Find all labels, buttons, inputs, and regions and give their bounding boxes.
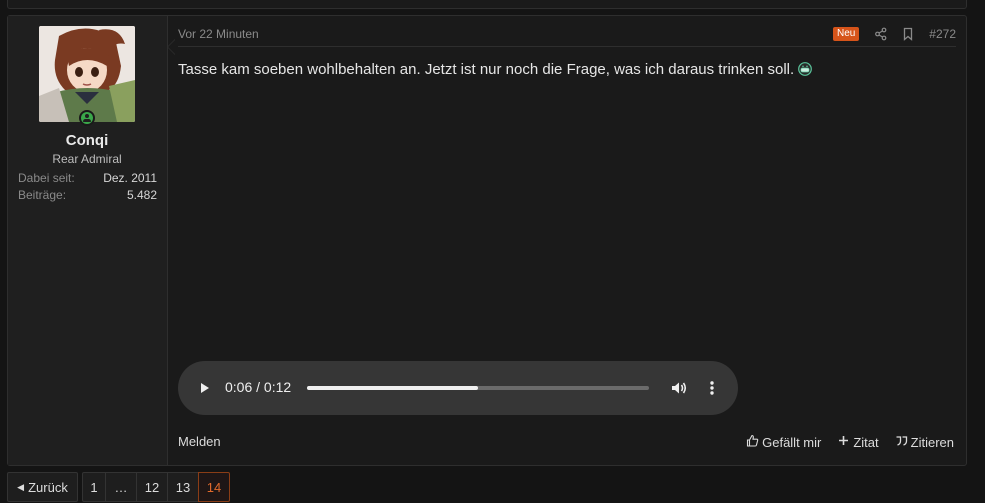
post-number[interactable]: #272 bbox=[929, 27, 956, 41]
audio-time: 0:06 / 0:12 bbox=[225, 379, 292, 395]
page-numbers: 1 … 12 13 14 bbox=[82, 472, 230, 502]
joined-value: Dez. 2011 bbox=[103, 171, 157, 185]
thumbs-up-icon bbox=[746, 434, 759, 450]
quote-label: Zitieren bbox=[910, 434, 954, 450]
audio-progress-fill bbox=[307, 386, 478, 390]
share-icon[interactable] bbox=[874, 27, 888, 41]
posts-label: Beiträge: bbox=[18, 188, 67, 202]
play-icon[interactable] bbox=[196, 380, 212, 396]
page-link-13[interactable]: 13 bbox=[167, 472, 199, 502]
joined-stat: Dabei seit: Dez. 2011 bbox=[18, 171, 157, 185]
more-options-icon[interactable] bbox=[706, 379, 718, 397]
post-actions: Gefällt mir Zitat Zitieren bbox=[746, 434, 954, 450]
avatar-image bbox=[39, 26, 135, 122]
pagination: ◀ Zurück 1 … 12 13 14 bbox=[7, 472, 230, 502]
prev-page-button[interactable]: ◀ Zurück bbox=[7, 472, 78, 502]
posts-value: 5.482 bbox=[126, 188, 157, 202]
audio-player: 0:06 / 0:12 bbox=[178, 361, 738, 415]
report-link[interactable]: Melden bbox=[178, 434, 221, 449]
user-info-panel: Conqi Rear Admiral Dabei seit: Dez. 2011… bbox=[8, 16, 175, 465]
add-quote-button[interactable]: Zitat bbox=[837, 434, 879, 450]
user-title: Rear Admiral bbox=[52, 152, 122, 166]
avatar[interactable] bbox=[39, 26, 135, 122]
page-ellipsis[interactable]: … bbox=[105, 472, 137, 502]
audio-progress-slider[interactable] bbox=[307, 386, 649, 390]
bookmark-icon[interactable] bbox=[901, 27, 915, 41]
prev-page-label: Zurück bbox=[28, 479, 68, 495]
forum-post: Conqi Rear Admiral Dabei seit: Dez. 2011… bbox=[7, 15, 967, 466]
post-text: Tasse kam soeben wohlbehalten an. Jetzt … bbox=[178, 61, 795, 78]
new-badge: Neu bbox=[833, 27, 860, 41]
joined-label: Dabei seit: bbox=[18, 171, 75, 185]
like-button[interactable]: Gefällt mir bbox=[746, 434, 821, 450]
page-link-14-current[interactable]: 14 bbox=[198, 472, 230, 502]
post-date[interactable]: Vor 22 Minuten bbox=[178, 27, 259, 41]
username[interactable]: Conqi bbox=[8, 132, 166, 149]
post-header: Vor 22 Minuten Neu #272 bbox=[178, 26, 956, 47]
previous-post-bottom bbox=[7, 0, 967, 9]
volume-icon[interactable] bbox=[670, 379, 688, 397]
page-link-12[interactable]: 12 bbox=[136, 472, 168, 502]
post-body: Tasse kam soeben wohlbehalten an. Jetzt … bbox=[178, 61, 813, 78]
plus-icon bbox=[837, 434, 850, 450]
online-status-icon bbox=[79, 110, 95, 126]
post-footer: Melden Gefällt mir Zitat Zitieren bbox=[178, 434, 956, 452]
quote-button[interactable]: Zitieren bbox=[895, 434, 954, 450]
grin-smiley-icon bbox=[798, 62, 813, 76]
add-quote-label: Zitat bbox=[853, 434, 879, 450]
caret-left-icon: ◀ bbox=[17, 481, 25, 492]
page-link-1[interactable]: 1 bbox=[82, 472, 106, 502]
posts-stat: Beiträge: 5.482 bbox=[18, 188, 157, 202]
quote-icon bbox=[895, 434, 908, 450]
post-main: Vor 22 Minuten Neu #272 Tasse kam soeben… bbox=[168, 16, 966, 465]
like-label: Gefällt mir bbox=[762, 434, 822, 450]
